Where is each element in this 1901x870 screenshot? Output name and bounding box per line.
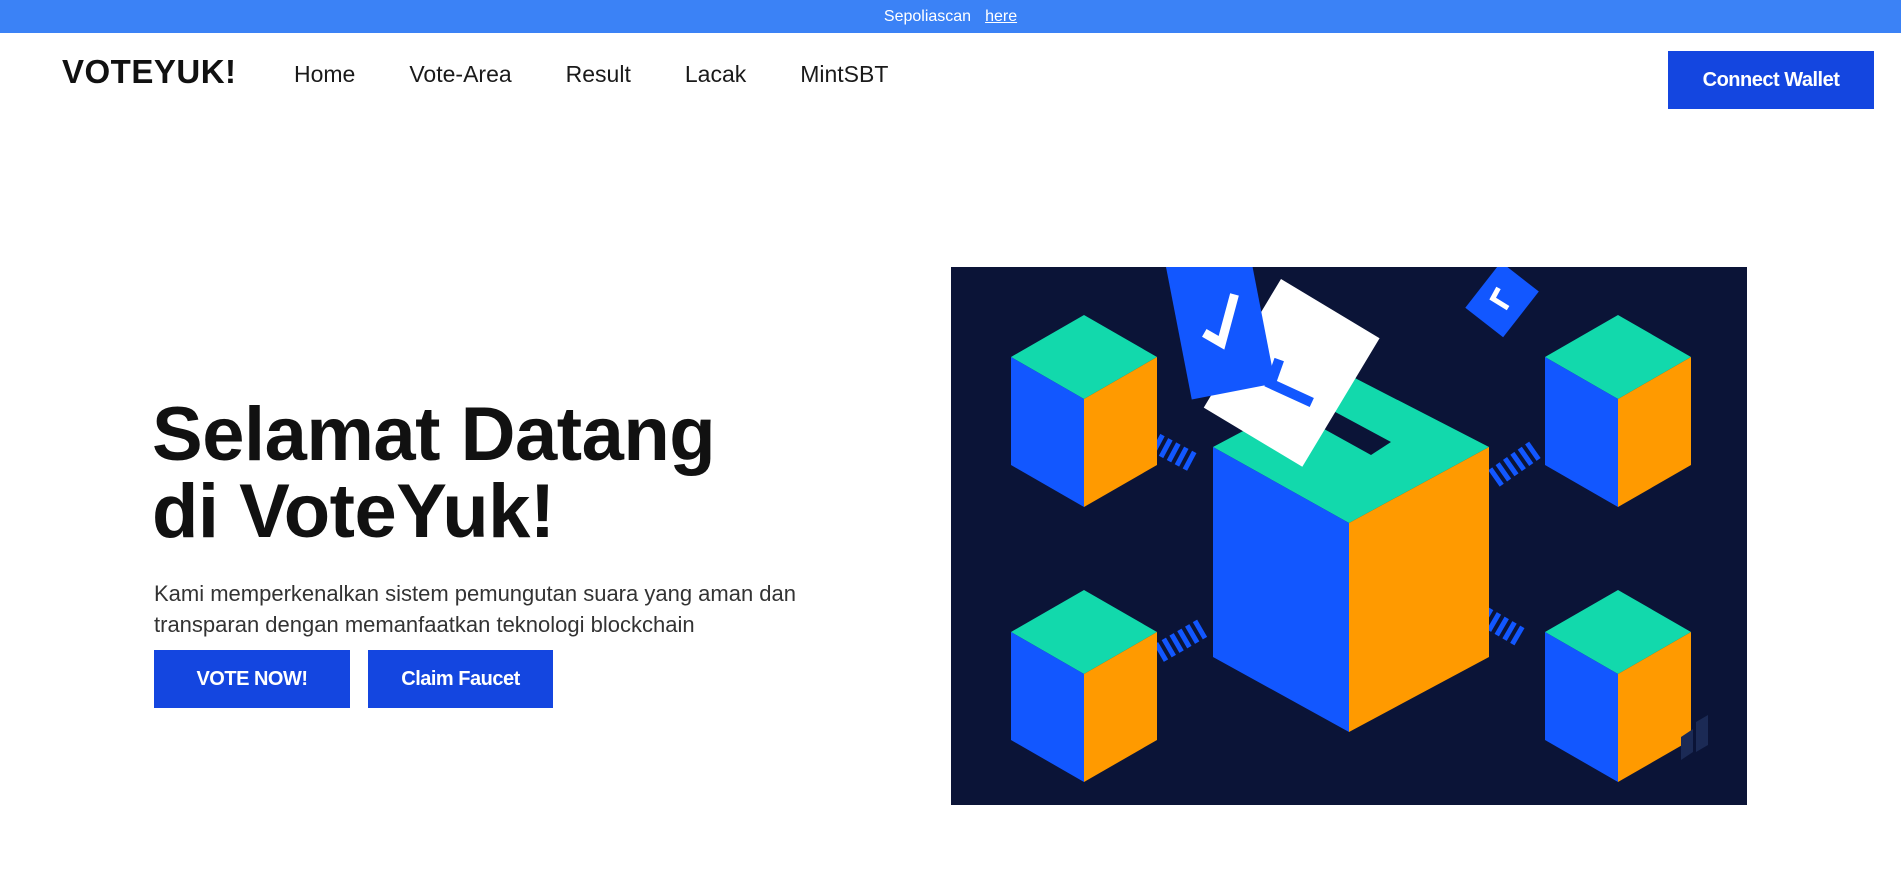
hero-title-line2: di VoteYuk! <box>152 469 555 554</box>
cube-top-right <box>1545 315 1691 507</box>
hero-subtitle: Kami memperkenalkan sistem pemungutan su… <box>154 581 797 637</box>
notice-link[interactable]: here <box>985 8 1017 26</box>
nav-item-lacak[interactable]: Lacak <box>685 61 746 88</box>
nav-menu: Home Vote-Area Result Lacak MintSBT <box>294 61 942 88</box>
claim-faucet-button[interactable]: Claim Faucet <box>368 650 553 708</box>
cube-bottom-left <box>1011 590 1157 782</box>
nav-item-result[interactable]: Result <box>566 61 631 88</box>
brand-logo[interactable]: VOTEYUK! <box>62 53 237 91</box>
vote-now-button[interactable]: VOTE NOW! <box>154 650 350 708</box>
ballot-box-illustration <box>951 267 1747 805</box>
cube-bottom-right <box>1545 590 1691 782</box>
ballot-paper-small <box>1465 267 1539 338</box>
notice-bar: Sepoliascan here <box>0 0 1901 33</box>
notice-text: Sepoliascan <box>883 7 972 25</box>
nav-item-mintsbt[interactable]: MintSBT <box>800 61 888 88</box>
navbar: VOTEYUK! Home Vote-Area Result Lacak Min… <box>0 33 1901 118</box>
hero-title: Selamat Datang di VoteYuk! <box>152 396 716 550</box>
cube-top-left <box>1011 315 1157 507</box>
nav-item-vote-area[interactable]: Vote-Area <box>409 61 511 88</box>
hero-title-line1: Selamat Datang <box>152 392 716 477</box>
nav-item-home[interactable]: Home <box>294 61 355 88</box>
connect-wallet-button[interactable]: Connect Wallet <box>1668 51 1874 109</box>
ballot-paper-blue <box>1166 267 1276 400</box>
